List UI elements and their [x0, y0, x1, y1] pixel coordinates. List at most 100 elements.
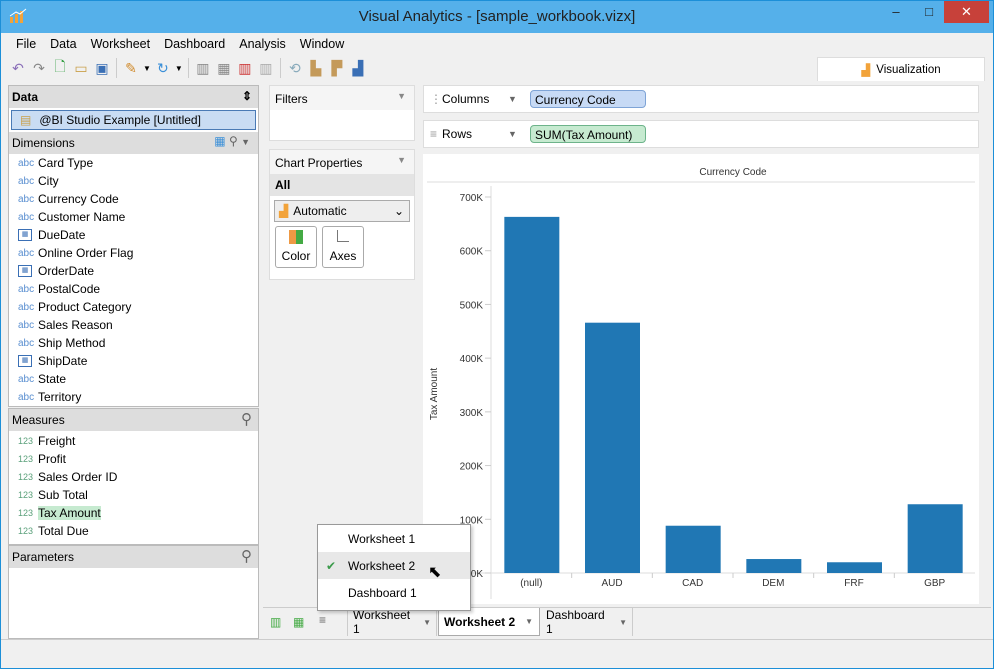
- dimension-item[interactable]: ▦ ShipDate: [9, 352, 258, 370]
- dimension-item[interactable]: abc Sales Reason: [9, 316, 258, 334]
- search-icon[interactable]: ⚲: [229, 134, 238, 148]
- close-button[interactable]: ✕: [944, 1, 989, 23]
- open-icon[interactable]: ▭: [72, 59, 90, 77]
- sort-desc-icon[interactable]: ▛: [328, 59, 346, 77]
- tab-dashboard-1[interactable]: Dashboard 1 ▼: [541, 608, 633, 636]
- dimension-item[interactable]: abc Product Category: [9, 298, 258, 316]
- delete-worksheet-icon[interactable]: ▥: [236, 59, 254, 77]
- visualization-tab[interactable]: ▟ Visualization: [817, 57, 985, 81]
- tab-label: Dashboard 1: [546, 608, 605, 636]
- calendar-icon: ▦: [18, 355, 32, 367]
- color-button[interactable]: Color: [275, 226, 317, 268]
- string-type-icon: abc: [18, 373, 35, 385]
- fit-icon[interactable]: ▟: [349, 59, 367, 77]
- dimension-item[interactable]: abc State: [9, 370, 258, 388]
- tab-worksheet-1[interactable]: Worksheet 1 ▼: [347, 608, 437, 636]
- dimension-item[interactable]: abc PostalCode: [9, 280, 258, 298]
- save-icon[interactable]: ▣: [93, 59, 111, 77]
- visualization-tab-label: Visualization: [876, 63, 941, 76]
- chart-properties-title: Chart Properties: [275, 156, 363, 170]
- add-worksheet-icon[interactable]: ▥: [194, 59, 212, 77]
- connect-icon[interactable]: ✎: [122, 59, 140, 77]
- columns-label: Columns: [442, 92, 490, 106]
- list-tabs-icon[interactable]: ≡: [319, 613, 326, 627]
- popup-item-worksheet-2[interactable]: ✔ Worksheet 2 ⬉: [318, 552, 470, 581]
- refresh-icon[interactable]: ↻: [154, 59, 172, 77]
- menu-dashboard[interactable]: Dashboard: [157, 34, 232, 54]
- axes-button[interactable]: Axes: [322, 226, 364, 268]
- chevron-down-icon[interactable]: ▼: [423, 618, 431, 627]
- y-tick-label: 400K: [460, 354, 484, 365]
- sheet-tabs-bar: ▥ ▦ ≡ Worksheet 1 ▼ Worksheet 2 ▼ Dashboar…: [263, 607, 991, 637]
- parameters-panel: Parameters ⚲: [8, 545, 259, 639]
- rows-pill[interactable]: SUM(Tax Amount): [530, 125, 646, 143]
- swap-icon[interactable]: ⟲: [286, 59, 304, 77]
- tab-worksheet-2[interactable]: Worksheet 2 ▼: [438, 608, 540, 636]
- string-type-icon: abc: [18, 319, 35, 331]
- chevron-down-icon[interactable]: ▼: [508, 129, 530, 139]
- x-tick-label: CAD: [682, 578, 703, 589]
- popup-item-dashboard-1[interactable]: Dashboard 1: [318, 579, 470, 606]
- menu-data[interactable]: Data: [43, 34, 83, 54]
- chevron-down-icon[interactable]: ▼: [397, 155, 406, 165]
- chevron-down-icon[interactable]: ▼: [525, 617, 533, 626]
- dimension-item[interactable]: abc Online Order Flag: [9, 244, 258, 262]
- dimension-label: Customer Name: [38, 210, 126, 224]
- mark-type-value: Automatic: [293, 204, 347, 218]
- popup-item-worksheet-1[interactable]: Worksheet 1: [318, 525, 470, 552]
- dimension-item[interactable]: abc City: [9, 172, 258, 190]
- columns-pill[interactable]: Currency Code: [530, 90, 646, 108]
- measure-item[interactable]: 123 Profit: [9, 450, 258, 468]
- data-source-item[interactable]: ▤ @BI Studio Example [Untitled]: [11, 110, 256, 130]
- data-panel-title: Data: [12, 90, 39, 104]
- clear-icon[interactable]: ▥: [257, 59, 275, 77]
- dimension-item[interactable]: abc Customer Name: [9, 208, 258, 226]
- menu-window[interactable]: Window: [293, 34, 351, 54]
- chevron-down-icon[interactable]: ▼: [397, 91, 406, 101]
- dimension-item[interactable]: abc Currency Code: [9, 190, 258, 208]
- search-icon[interactable]: ⚲: [241, 410, 252, 428]
- new-dashboard-icon[interactable]: ▦: [293, 615, 304, 629]
- chevron-down-icon[interactable]: ▼: [508, 94, 530, 104]
- redo-icon[interactable]: ↷: [30, 59, 48, 77]
- y-tick-label: 600K: [460, 247, 484, 258]
- x-tick-label: (null): [520, 578, 542, 589]
- sort-toggle-icon[interactable]: ⇕: [242, 89, 252, 103]
- dimension-item[interactable]: abc Card Type: [9, 154, 258, 172]
- filters-title: Filters: [275, 92, 308, 106]
- sort-asc-icon[interactable]: ▙: [307, 59, 325, 77]
- maximize-button[interactable]: □: [914, 1, 944, 23]
- menu-file[interactable]: File: [9, 34, 43, 54]
- dimension-item[interactable]: ▦ OrderDate: [9, 262, 258, 280]
- measure-item[interactable]: 123 Sales Order ID: [9, 468, 258, 486]
- dimension-label: Territory: [38, 390, 82, 404]
- add-dashboard-icon[interactable]: ▦: [215, 59, 233, 77]
- columns-shelf: ⋮ Columns ▼ Currency Code: [423, 85, 979, 113]
- y-tick-label: 500K: [460, 300, 484, 311]
- dimension-label: Sales Reason: [38, 318, 113, 332]
- measure-item[interactable]: 123 Total Due: [9, 522, 258, 540]
- mark-type-select[interactable]: ▟ Automatic ⌄: [274, 200, 410, 222]
- menu-worksheet[interactable]: Worksheet: [84, 34, 158, 54]
- chevron-down-icon[interactable]: ▼: [619, 618, 627, 627]
- menu-analysis[interactable]: Analysis: [232, 34, 293, 54]
- new-worksheet-icon[interactable]: ▥: [270, 615, 281, 629]
- y-tick-label: 0K: [471, 569, 484, 580]
- bar: [585, 322, 640, 573]
- minimize-button[interactable]: –: [881, 1, 911, 23]
- dimension-item[interactable]: ▦ DueDate: [9, 226, 258, 244]
- new-icon[interactable]: 🗋: [51, 58, 69, 77]
- measure-item[interactable]: 123 Tax Amount: [9, 504, 258, 522]
- search-icon[interactable]: ⚲: [241, 547, 252, 565]
- measure-item[interactable]: 123 Freight: [9, 432, 258, 450]
- table-icon[interactable]: ▦: [214, 134, 225, 148]
- dimension-item[interactable]: abc Territory: [9, 388, 258, 406]
- rows-label: Rows: [442, 127, 473, 141]
- dimension-item[interactable]: abc Ship Method: [9, 334, 258, 352]
- undo-icon[interactable]: ↶: [9, 59, 27, 77]
- chevron-down-icon[interactable]: ▼: [241, 137, 250, 147]
- x-tick-label: GBP: [924, 578, 945, 589]
- columns-icon: ⋮: [430, 92, 442, 106]
- measure-item[interactable]: 123 Sub Total: [9, 486, 258, 504]
- numeric-type-icon: 123: [18, 490, 34, 500]
